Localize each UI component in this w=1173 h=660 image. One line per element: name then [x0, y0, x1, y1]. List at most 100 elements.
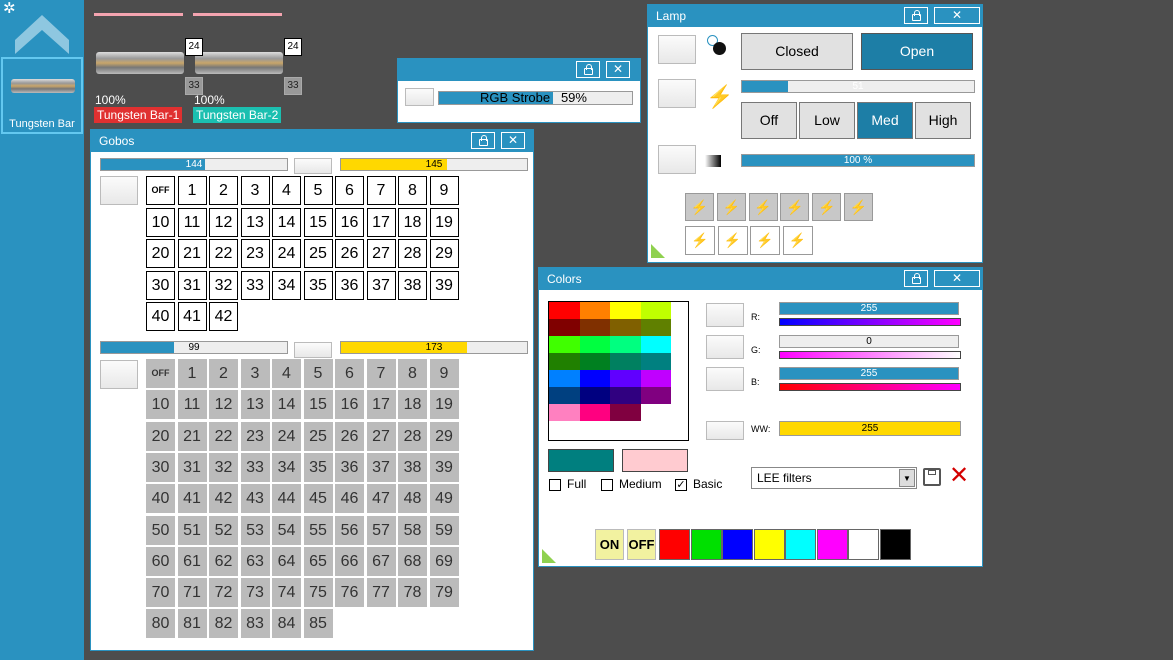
gobo-button[interactable]: 41 — [177, 484, 207, 514]
gobo-button[interactable]: 31 — [177, 270, 207, 300]
gobo-button[interactable]: 54 — [272, 515, 301, 545]
gobo-button[interactable]: 32 — [209, 452, 238, 482]
palette-color[interactable] — [549, 302, 580, 319]
lamp-reset-button[interactable] — [658, 79, 696, 108]
gobo-button[interactable]: 80 — [146, 609, 175, 639]
gobo-button[interactable]: 42 — [209, 484, 238, 514]
power-low-button[interactable]: Low — [799, 102, 855, 139]
save-icon[interactable] — [923, 468, 941, 486]
gobo-off-button[interactable]: OFF — [146, 176, 175, 205]
gobo-button[interactable]: 76 — [335, 578, 364, 608]
palette-color[interactable] — [579, 319, 610, 336]
gobo-button[interactable]: 1 — [177, 176, 207, 205]
gobo-button[interactable]: 77 — [366, 578, 396, 608]
gobo-button[interactable]: 27 — [366, 421, 396, 451]
gobo-button[interactable]: 3 — [240, 359, 270, 388]
gobo-button[interactable]: 62 — [209, 546, 238, 576]
lock-button[interactable] — [471, 132, 495, 149]
gobo-button[interactable]: 69 — [429, 546, 459, 576]
chevron-down-icon[interactable]: ▼ — [899, 469, 915, 487]
gobo-wheel-1-slider[interactable]: 144 — [100, 158, 288, 171]
gobo-button[interactable]: 30 — [146, 452, 175, 482]
color-swatch[interactable] — [785, 529, 816, 560]
gobo-button[interactable]: 9 — [429, 359, 459, 388]
gobos-title[interactable]: Gobos — [91, 130, 533, 152]
gobo-wheel-2-reset[interactable] — [294, 342, 332, 358]
color-swatch[interactable] — [753, 529, 785, 560]
basic-option[interactable]: ✓ Basic — [675, 477, 722, 491]
gobo-button[interactable]: 26 — [335, 421, 364, 451]
dimmer-slider[interactable]: 100 % — [741, 154, 975, 167]
palette-color[interactable] — [640, 319, 671, 336]
gobo-button[interactable]: 27 — [366, 239, 396, 268]
gobo-button[interactable]: 42 — [209, 302, 238, 331]
gobo-button[interactable]: 14 — [272, 390, 301, 420]
close-button[interactable]: ✕ — [934, 7, 980, 24]
gobo-button[interactable]: 7 — [366, 176, 396, 205]
palette-color[interactable] — [549, 336, 580, 353]
gobo-button[interactable]: 83 — [240, 609, 270, 639]
strobe-pattern-icon[interactable]: ⚡ — [685, 226, 715, 255]
strobe-titlebar[interactable] — [398, 59, 640, 81]
gobo-button[interactable]: 25 — [303, 421, 333, 451]
lock-button[interactable] — [576, 61, 600, 78]
lamp-title[interactable]: Lamp — [648, 5, 982, 27]
gobo-button[interactable]: 24 — [272, 239, 301, 268]
basic-checkbox[interactable]: ✓ — [675, 478, 687, 491]
color-off-button[interactable]: OFF — [627, 529, 656, 560]
gobo-button[interactable]: 70 — [146, 578, 175, 608]
close-button[interactable]: ✕ — [501, 132, 525, 149]
gobo-button[interactable]: 4 — [272, 176, 301, 205]
medium-checkbox[interactable] — [601, 478, 613, 491]
palette-color[interactable] — [640, 404, 671, 421]
strobe-pattern-icon[interactable]: ⚡ — [750, 226, 780, 255]
gobo-button[interactable]: 18 — [398, 207, 427, 237]
palette-color[interactable] — [610, 370, 641, 387]
gobo-wheel-1-reset[interactable] — [294, 158, 332, 174]
gobo-button[interactable]: 37 — [366, 452, 396, 482]
gobo-button[interactable]: 15 — [303, 390, 333, 420]
green-slider[interactable]: 0 — [779, 335, 959, 348]
gobo-button[interactable]: 11 — [177, 207, 207, 237]
gobo-button[interactable]: 61 — [177, 546, 207, 576]
gobo-button[interactable]: 49 — [429, 484, 459, 514]
shutter-reset-button[interactable] — [658, 35, 696, 64]
gobo-button[interactable]: 34 — [272, 452, 301, 482]
gobo-button[interactable]: 81 — [177, 609, 207, 639]
gobo-button[interactable]: 38 — [398, 270, 427, 300]
strobe-reset-button[interactable] — [405, 88, 434, 106]
gobo-button[interactable]: 21 — [177, 421, 207, 451]
gobo-button[interactable]: 29 — [429, 239, 459, 268]
gobo-button[interactable]: 23 — [240, 239, 270, 268]
gobo-button[interactable]: 14 — [272, 207, 301, 237]
palette-color[interactable] — [549, 319, 580, 336]
gobo-button[interactable]: 22 — [209, 421, 238, 451]
medium-option[interactable]: Medium — [601, 477, 662, 491]
color-swatch[interactable] — [816, 529, 848, 560]
gobo-button[interactable]: 4 — [272, 359, 301, 388]
resize-corner[interactable] — [651, 244, 665, 258]
gobo-button[interactable]: 22 — [209, 239, 238, 268]
gobo-button[interactable]: 21 — [177, 239, 207, 268]
gobo-button[interactable]: 60 — [146, 546, 175, 576]
gobo-button[interactable]: 19 — [429, 390, 459, 420]
close-button[interactable]: ✕ — [934, 270, 980, 287]
gobo-button[interactable]: 36 — [335, 452, 364, 482]
full-checkbox[interactable] — [549, 478, 561, 491]
blue-reset-button[interactable] — [706, 367, 744, 391]
color-swatch[interactable] — [722, 529, 753, 560]
palette-color[interactable] — [640, 353, 671, 370]
gobo-button[interactable]: 48 — [398, 484, 427, 514]
gobo-button[interactable]: 12 — [209, 390, 238, 420]
gobo-button[interactable]: 43 — [240, 484, 270, 514]
gobo-button[interactable]: 57 — [366, 515, 396, 545]
palette-color[interactable] — [610, 336, 641, 353]
gobo-button[interactable]: 18 — [398, 390, 427, 420]
power-high-button[interactable]: High — [915, 102, 971, 139]
gobo-button[interactable]: 40 — [146, 302, 175, 331]
gobo-button[interactable]: 10 — [146, 390, 175, 420]
shutter-closed-button[interactable]: Closed — [741, 33, 853, 70]
red-slider[interactable]: 255 — [779, 302, 959, 315]
power-med-button[interactable]: Med — [857, 102, 913, 139]
lamp-slider[interactable]: 51 — [741, 80, 975, 93]
